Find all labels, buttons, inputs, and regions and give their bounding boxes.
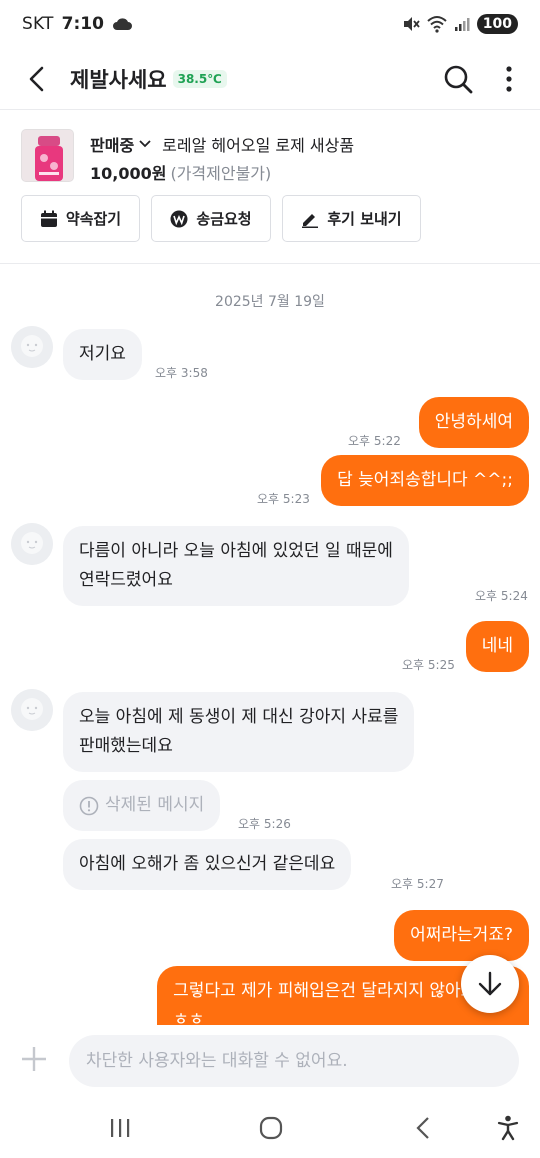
product-price: 10,000원 (90, 164, 167, 183)
accessibility-button[interactable] (488, 1108, 528, 1148)
wifi-icon (427, 16, 447, 33)
clock: 7:10 (61, 14, 104, 34)
chevron-down-icon[interactable] (138, 139, 152, 149)
mute-icon (403, 17, 420, 31)
recent-apps-button[interactable] (100, 1108, 140, 1148)
accessibility-icon (497, 1115, 519, 1141)
request-payment-label: 송금요청 (196, 210, 252, 228)
battery-indicator: 100 (476, 14, 518, 34)
chevron-left-icon (29, 66, 44, 91)
status-bar: SKT 7:10 100 (0, 0, 540, 48)
alert-circle-icon (79, 796, 99, 815)
message-time: 오후 5:24 (475, 589, 528, 603)
message-bubble-outgoing[interactable]: 답 늦어죄송합니다 ^^;; (321, 455, 529, 506)
message-line: 오늘 아침에 제 동생이 제 대신 강아지 사료를 (79, 707, 399, 727)
pencil-icon (302, 213, 319, 228)
message-time: 오후 5:23 (257, 492, 310, 506)
message-line: 다름이 아니라 오늘 아침에 있었던 일 때문에 (79, 541, 393, 561)
more-options-button[interactable] (494, 61, 524, 97)
sale-state-dropdown[interactable]: 판매중 (90, 132, 134, 156)
plus-icon[interactable] (20, 1045, 48, 1073)
message-time: 오후 5:25 (402, 658, 455, 672)
message-time: 오후 3:58 (155, 366, 208, 380)
default-profile-icon (11, 326, 53, 368)
message-bubble-outgoing[interactable]: 안녕하세여 (418, 397, 529, 448)
partner-avatar[interactable] (11, 326, 53, 368)
deleted-message-label: 삭제된 메시지 (105, 795, 205, 815)
more-vertical-icon (506, 65, 512, 92)
message-time: 오후 5:22 (348, 434, 401, 448)
product-title[interactable]: 로레알 헤어오일 로제 새상품 (162, 132, 354, 156)
message-bubble-incoming[interactable]: 다름이 아니라 오늘 아침에 있었던 일 때문에 연락드렸어요 (63, 526, 409, 606)
message-input[interactable] (69, 1035, 519, 1087)
message-bubble-outgoing[interactable]: 네네 (465, 621, 529, 672)
send-review-label: 후기 보내기 (327, 210, 402, 228)
home-icon (259, 1116, 283, 1140)
search-icon (444, 65, 473, 93)
make-appointment-label: 약속잡기 (65, 210, 122, 228)
system-navigation-bar (0, 1098, 540, 1158)
message-bubble-outgoing[interactable]: 어쩌라는거죠? (394, 910, 529, 961)
request-payment-button[interactable]: 송금요청 (151, 195, 271, 242)
home-button[interactable] (251, 1108, 291, 1148)
carrier-label: SKT (22, 14, 54, 34)
message-bubble-incoming[interactable]: 저기요 (63, 329, 142, 380)
price-note: (가격제안불가) (170, 164, 272, 183)
manner-temperature-badge: 38.5℃ (172, 69, 227, 88)
recent-apps-icon (111, 1119, 130, 1137)
won-icon (170, 210, 188, 227)
message-bubble-incoming[interactable]: 오늘 아침에 제 동생이 제 대신 강아지 사료를 판매했는데요 (63, 692, 415, 772)
message-line: 연락드렸어요 (79, 570, 173, 590)
search-button[interactable] (440, 61, 476, 97)
date-divider: 2025년 7월 19일 (215, 294, 325, 310)
product-image (22, 130, 73, 181)
message-bubble-incoming[interactable]: 아침에 오해가 좀 있으신거 같은데요 (63, 839, 352, 890)
message-line: ㅎㅎ (173, 1010, 205, 1025)
make-appointment-button[interactable]: 약속잡기 (21, 195, 140, 242)
message-line: 판매했는데요 (79, 736, 173, 756)
back-button[interactable] (18, 61, 54, 97)
product-thumbnail[interactable] (21, 129, 74, 182)
deleted-message-bubble[interactable]: 삭제된 메시지 (63, 780, 221, 831)
product-card: 판매중 로레알 헤어오일 로제 새상품 10,000원 (가격제안불가) 약속잡기… (0, 110, 540, 264)
default-profile-icon (11, 689, 53, 731)
chat-partner-name[interactable]: 제발사세요 (70, 64, 167, 94)
partner-avatar[interactable] (11, 689, 53, 731)
system-back-button[interactable] (403, 1108, 443, 1148)
arrow-down-icon (478, 971, 502, 996)
message-time: 오후 5:27 (391, 877, 444, 891)
message-time: 오후 5:26 (238, 817, 291, 831)
chat-messages[interactable]: 2025년 7월 19일 저기요 오후 3:58 안녕하세여 오후 5:22 답… (0, 265, 540, 1025)
default-profile-icon (11, 523, 53, 565)
calendar-icon (40, 210, 57, 227)
chat-header: 제발사세요 38.5℃ (0, 48, 540, 110)
partner-avatar[interactable] (11, 523, 53, 565)
send-review-button[interactable]: 후기 보내기 (282, 195, 421, 242)
scroll-to-bottom-button[interactable] (461, 955, 519, 1013)
message-input-bar (0, 1025, 540, 1098)
cloud-sync-icon (112, 18, 132, 30)
signal-icon (454, 18, 470, 31)
chevron-left-icon (416, 1117, 429, 1139)
